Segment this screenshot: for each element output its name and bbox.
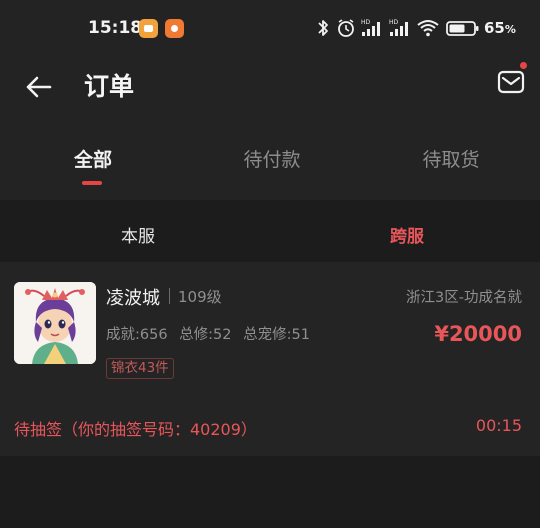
tab-pending-pickup[interactable]: 待取货 bbox=[391, 145, 511, 172]
achievement-stat: 成就:656 bbox=[106, 327, 168, 343]
back-arrow-icon[interactable] bbox=[20, 68, 58, 106]
subtab-cross-server[interactable]: 跨服 bbox=[357, 222, 457, 247]
order-status: 待抽签（你的抽签号码：40209） bbox=[14, 420, 257, 439]
unread-dot bbox=[520, 62, 527, 69]
pet-cultivation-stat: 总宠修:51 bbox=[243, 327, 310, 343]
price: ¥20000 bbox=[434, 322, 522, 346]
cultivation-stat: 总修:52 bbox=[179, 327, 232, 343]
page-title: 订单 bbox=[84, 72, 135, 101]
divider bbox=[169, 288, 170, 304]
app-notification-icon bbox=[165, 19, 184, 38]
character-level: 109级 bbox=[178, 288, 222, 306]
avatar bbox=[14, 282, 96, 364]
mail-icon[interactable] bbox=[494, 64, 530, 100]
subtab-same-server[interactable]: 本服 bbox=[88, 222, 188, 247]
battery-level: 65% bbox=[484, 19, 516, 37]
tab-active-indicator bbox=[82, 181, 102, 185]
character-stats: 成就:656 总修:52 总宠修:51 bbox=[106, 323, 317, 344]
alarm-icon bbox=[338, 19, 354, 37]
status-time: 15:18 bbox=[88, 18, 143, 38]
order-card[interactable]: 凌波城 109级 浙江3区-功成名就 成就:656 总修:52 总宠修:51 ¥… bbox=[0, 262, 540, 456]
hd-signal-icon: HD bbox=[361, 19, 380, 36]
status-bar: 15:18 HD HD 65% bbox=[0, 0, 540, 58]
svg-text:HD: HD bbox=[389, 19, 399, 26]
order-tabs: 全部 待付款 待取货 bbox=[0, 120, 540, 200]
countdown-timer: 00:15 bbox=[475, 416, 522, 435]
empty-area bbox=[0, 456, 540, 528]
character-avatar-icon bbox=[14, 282, 96, 364]
tab-all[interactable]: 全部 bbox=[33, 145, 153, 172]
header: 订单 bbox=[0, 58, 540, 120]
bluetooth-icon bbox=[318, 20, 328, 36]
seller-name: 凌波城 bbox=[106, 288, 160, 309]
hd-signal-icon: HD bbox=[389, 19, 408, 36]
wifi-icon bbox=[417, 20, 439, 37]
battery-icon bbox=[446, 21, 479, 36]
app-notification-icon bbox=[139, 19, 158, 38]
outfit-tag: 锦衣43件 bbox=[106, 358, 174, 379]
tab-pending-payment[interactable]: 待付款 bbox=[212, 145, 332, 172]
svg-text:HD: HD bbox=[361, 19, 371, 26]
server-subtabs: 本服 跨服 bbox=[0, 208, 540, 258]
server-name: 浙江3区-功成名就 bbox=[406, 290, 522, 306]
